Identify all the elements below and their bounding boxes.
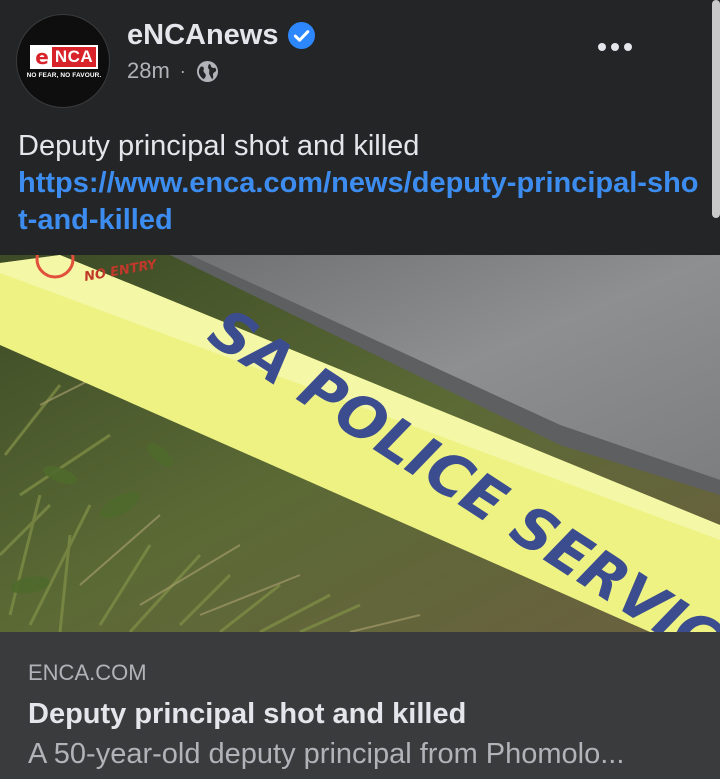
card-title: Deputy principal shot and killed xyxy=(28,698,467,730)
logo-nca: NCA xyxy=(52,47,96,67)
enca-logo: e NCA xyxy=(30,45,98,69)
ellipsis-dot xyxy=(611,43,619,51)
post-meta: 28m · xyxy=(127,58,219,84)
globe-icon[interactable] xyxy=(196,60,219,83)
meta-separator: · xyxy=(179,60,186,81)
ellipsis-icon xyxy=(598,43,606,51)
post-body: Deputy principal shot and killed https:/… xyxy=(18,128,708,239)
page-name-row: eNCAnews xyxy=(127,19,315,52)
post-header: e NCA NO FEAR, NO FAVOUR. eNCAnews 28m · xyxy=(0,0,720,120)
logo-tagline: NO FEAR, NO FAVOUR. xyxy=(26,72,102,79)
post-link[interactable]: https://www.enca.com/news/deputy-princip… xyxy=(18,165,708,239)
card-domain: ENCA.COM xyxy=(28,660,147,685)
post-timestamp[interactable]: 28m xyxy=(127,58,170,84)
link-card[interactable]: ENCA.COM Deputy principal shot and kille… xyxy=(0,632,720,779)
more-options-button[interactable] xyxy=(590,32,640,62)
link-preview-image[interactable]: NO ENTRY SA POLICE SERVICE xyxy=(0,255,720,632)
logo-e: e xyxy=(32,47,52,67)
scrollbar[interactable] xyxy=(712,0,720,218)
verified-badge-icon xyxy=(287,22,315,49)
card-description: A 50-year-old deputy principal from Phom… xyxy=(28,738,625,770)
ellipsis-dot xyxy=(624,43,632,51)
page-name[interactable]: eNCAnews xyxy=(127,19,279,52)
post-text: Deputy principal shot and killed xyxy=(18,130,420,162)
page-avatar[interactable]: e NCA NO FEAR, NO FAVOUR. xyxy=(16,14,110,108)
